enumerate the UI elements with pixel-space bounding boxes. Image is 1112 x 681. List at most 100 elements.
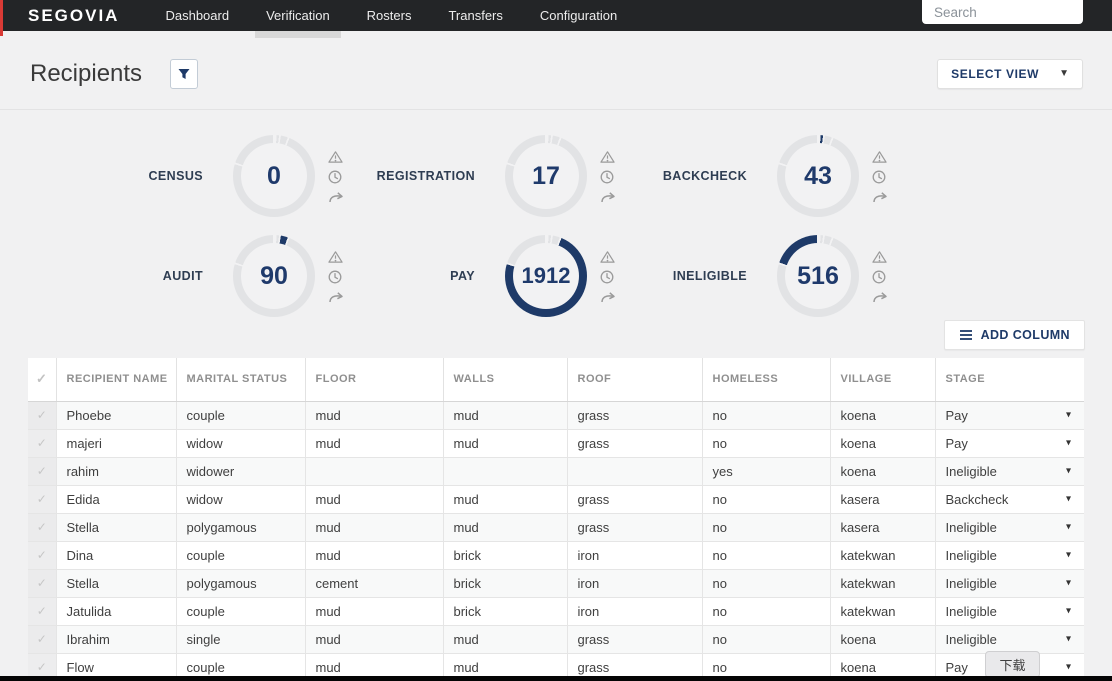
download-tooltip[interactable]: 下载 — [985, 651, 1040, 678]
stage-select[interactable]: Ineligible ▾ — [934, 597, 1084, 626]
list-lines-icon — [959, 330, 972, 340]
stat-action-icons — [600, 150, 616, 203]
clock-icon[interactable] — [872, 270, 886, 284]
cell-roof: iron — [566, 569, 702, 598]
column-header-walls[interactable]: WALLS — [442, 358, 567, 402]
cell-walls: mud — [442, 485, 567, 514]
forward-arrow-icon[interactable] — [600, 190, 616, 203]
row-check-icon[interactable]: ✓ — [28, 429, 56, 458]
stage-label: Pay — [945, 435, 968, 451]
row-check-icon[interactable]: ✓ — [28, 569, 56, 598]
nav-item-rosters[interactable]: Rosters — [367, 0, 412, 31]
clock-icon[interactable] — [328, 170, 342, 184]
stage-select[interactable]: Backcheck ▾ — [934, 485, 1084, 514]
select-view-label: SELECT VIEW — [951, 66, 1040, 81]
cell-floor: cement — [304, 569, 443, 598]
chevron-down-icon: ▾ — [1065, 661, 1071, 673]
column-header-village[interactable]: VILLAGE — [829, 358, 935, 402]
select-view-button[interactable]: SELECT VIEW ▼ — [937, 58, 1083, 89]
stat-donut-ring: 1912 — [505, 235, 587, 317]
column-header-roof[interactable]: ROOF — [566, 358, 702, 402]
cell-roof: grass — [566, 485, 702, 514]
cell-walls: mud — [442, 625, 567, 654]
column-header-recipient-name[interactable]: RECIPIENT NAME — [55, 358, 176, 402]
row-check-icon[interactable]: ✓ — [28, 541, 56, 570]
row-check-icon[interactable]: ✓ — [28, 625, 56, 654]
stat-donut-ring: 43 — [777, 135, 859, 217]
stat-donut-ring: 0 — [233, 135, 315, 217]
stat-widget-audit: AUDIT 90 — [72, 226, 344, 326]
clock-icon[interactable] — [328, 270, 342, 284]
main-nav: Dashboard Verification Rosters Transfers Con… — [165, 0, 617, 38]
row-check-icon[interactable]: ✓ — [28, 457, 56, 486]
warning-icon[interactable] — [600, 150, 615, 164]
page-header: Recipients SELECT VIEW ▼ — [0, 38, 1112, 110]
cell-recipient-name: Phoebe — [55, 401, 176, 430]
table-row: ✓ Stella polygamous mud mud grass no kas… — [28, 513, 1084, 542]
cell-walls: brick — [442, 569, 567, 598]
stat-widget-registration: REGISTRATION 17 — [344, 126, 616, 226]
stage-select[interactable]: Ineligible ▾ — [934, 457, 1084, 486]
cell-marital-status: couple — [175, 597, 305, 626]
row-check-icon[interactable]: ✓ — [28, 513, 56, 542]
stat-action-icons — [328, 150, 344, 203]
warning-icon[interactable] — [872, 250, 887, 264]
cell-roof: grass — [566, 625, 702, 654]
row-check-icon[interactable]: ✓ — [28, 485, 56, 514]
nav-item-dashboard[interactable]: Dashboard — [165, 0, 229, 31]
stage-select[interactable]: Ineligible ▾ — [934, 541, 1084, 570]
stage-select[interactable]: Ineligible ▾ — [934, 513, 1084, 542]
page-title: Recipients — [30, 59, 143, 87]
warning-icon[interactable] — [328, 250, 343, 264]
stat-value: 43 — [804, 161, 832, 190]
stage-label: Ineligible — [945, 519, 997, 535]
stat-action-icons — [600, 250, 616, 303]
nav-item-configuration[interactable]: Configuration — [540, 0, 617, 31]
recipients-table: ✓ RECIPIENT NAME MARITAL STATUS FLOOR WALLS… — [28, 358, 1084, 681]
column-header-homeless[interactable]: HOMELESS — [701, 358, 830, 402]
clock-icon[interactable] — [872, 170, 886, 184]
nav-item-transfers[interactable]: Transfers — [448, 0, 502, 31]
clock-icon[interactable] — [600, 270, 614, 284]
cell-roof: iron — [566, 597, 702, 626]
stage-select[interactable]: Pay ▾ — [934, 401, 1084, 430]
stage-select[interactable]: Ineligible ▾ — [934, 569, 1084, 598]
cell-floor — [304, 457, 443, 486]
stat-label: CENSUS — [148, 169, 203, 183]
cell-recipient-name: majeri — [55, 429, 176, 458]
cell-recipient-name: Dina — [55, 541, 176, 570]
forward-arrow-icon[interactable] — [328, 290, 344, 303]
warning-icon[interactable] — [600, 250, 615, 264]
forward-arrow-icon[interactable] — [872, 290, 888, 303]
cell-village: kasera — [829, 485, 935, 514]
stat-widget-pay: PAY 1912 — [344, 226, 616, 326]
cell-roof: grass — [566, 513, 702, 542]
column-header-floor[interactable]: FLOOR — [304, 358, 443, 402]
search-input[interactable] — [922, 0, 1083, 24]
add-column-button[interactable]: ADD COLUMN — [943, 320, 1085, 350]
column-header-marital-status[interactable]: MARITAL STATUS — [175, 358, 305, 402]
stage-select[interactable]: Pay ▾ — [934, 429, 1084, 458]
row-check-icon[interactable]: ✓ — [28, 597, 56, 626]
cell-marital-status: couple — [175, 541, 305, 570]
screen-edge-accent — [0, 0, 3, 36]
warning-icon[interactable] — [328, 150, 343, 164]
forward-arrow-icon[interactable] — [600, 290, 616, 303]
select-all-check-icon[interactable]: ✓ — [28, 358, 56, 402]
chevron-down-icon: ▾ — [1065, 465, 1071, 477]
row-check-icon[interactable]: ✓ — [28, 401, 56, 430]
stats-grid: CENSUS 0 REGISTRATION 17 BACKCHECK 43 AU… — [72, 110, 902, 326]
segovia-logo[interactable]: SEGOVIA — [28, 0, 119, 31]
forward-arrow-icon[interactable] — [872, 190, 888, 203]
filter-button[interactable] — [170, 58, 199, 89]
clock-icon[interactable] — [600, 170, 614, 184]
stat-widget-ineligible: INELIGIBLE 516 — [616, 226, 888, 326]
warning-icon[interactable] — [872, 150, 887, 164]
column-header-stage[interactable]: STAGE — [934, 358, 1084, 402]
nav-item-verification[interactable]: Verification — [255, 0, 341, 38]
stage-select[interactable]: Ineligible ▾ — [934, 625, 1084, 654]
cell-homeless: no — [701, 401, 830, 430]
cell-village: koena — [829, 429, 935, 458]
cell-recipient-name: rahim — [55, 457, 176, 486]
forward-arrow-icon[interactable] — [328, 190, 344, 203]
